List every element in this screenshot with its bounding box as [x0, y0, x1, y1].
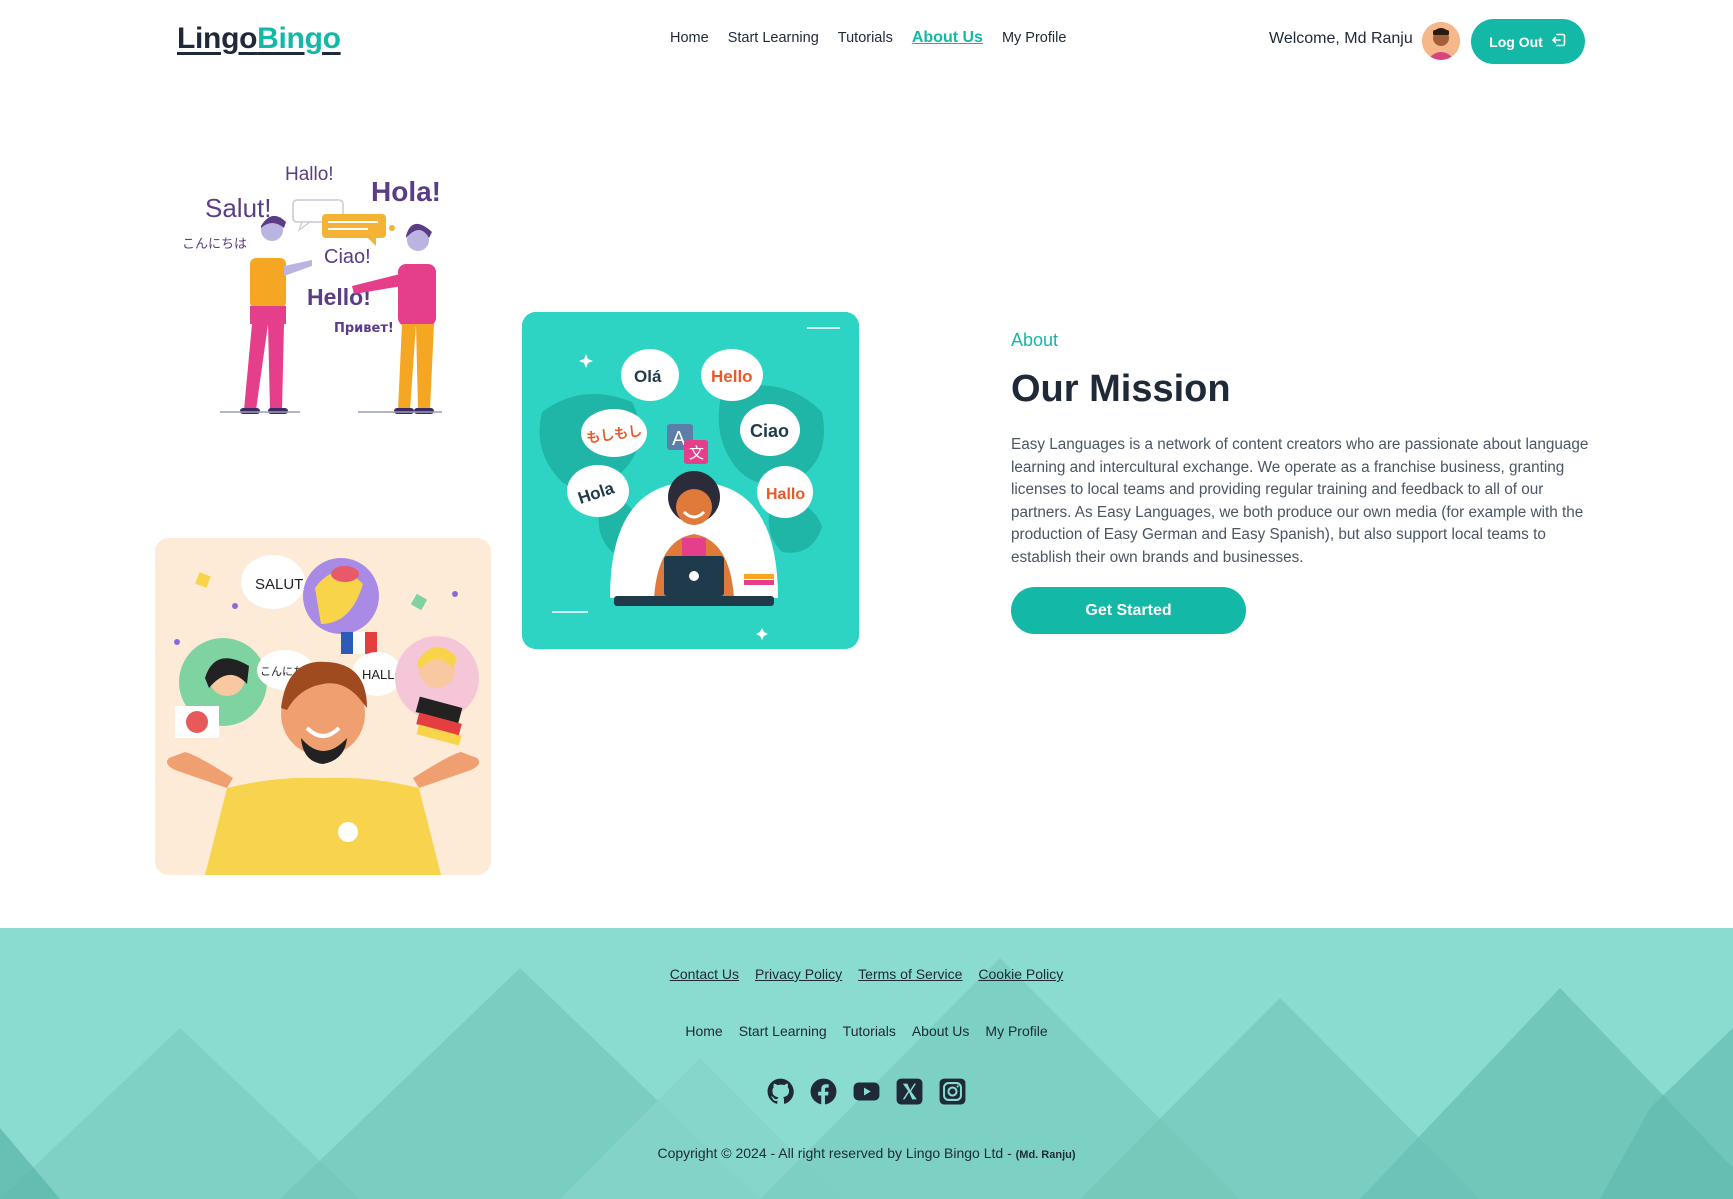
nav-my-profile[interactable]: My Profile [1002, 30, 1066, 47]
illustration-world-languages: A 文 Olá Hello もしもし Ciao Hola Hallo [522, 312, 859, 649]
page-title: Our Mission [1011, 368, 1231, 410]
footer-legal-links: Contact Us Privacy Policy Terms of Servi… [0, 966, 1733, 982]
footer-cookie-policy[interactable]: Cookie Policy [978, 966, 1063, 982]
logout-label: Log Out [1489, 33, 1543, 50]
nav-tutorials[interactable]: Tutorials [838, 30, 893, 47]
greeting-konnichiwa: こんにちは [182, 237, 247, 252]
footer-contact-us[interactable]: Contact Us [670, 966, 739, 982]
illustration-multilingual-man: SALUT こんにちは HALLO [155, 538, 491, 875]
instagram-icon[interactable] [939, 1078, 966, 1105]
footer-privacy-policy[interactable]: Privacy Policy [755, 966, 842, 982]
logout-button[interactable]: Log Out [1471, 19, 1585, 64]
logout-icon [1551, 32, 1567, 51]
illustration-people-talking: Hallo! Salut! Hola! こんにちは Ciao! Hello! П… [172, 148, 462, 423]
brand-part-2: Bingo [257, 22, 341, 55]
brand-logo[interactable]: LingoBingo [177, 22, 341, 56]
github-icon[interactable] [767, 1078, 794, 1105]
footer-nav-tutorials[interactable]: Tutorials [843, 1023, 896, 1039]
footer: Contact Us Privacy Policy Terms of Servi… [0, 928, 1733, 1199]
welcome-text: Welcome, Md Ranju [1269, 30, 1413, 47]
avatar[interactable] [1422, 22, 1460, 60]
footer-nav: Home Start Learning Tutorials About Us M… [0, 1023, 1733, 1039]
greeting-ciao: Ciao! [324, 246, 371, 268]
bubble-ciao: Ciao [750, 421, 789, 441]
mission-description: Easy Languages is a network of content c… [1011, 436, 1589, 566]
nav-start-learning[interactable]: Start Learning [728, 30, 819, 47]
social-links [0, 1078, 1733, 1105]
navbar: LingoBingo Home Start Learning Tutorials… [0, 0, 1733, 84]
bubble-salut: SALUT [255, 576, 303, 593]
section-label: About [1011, 330, 1059, 350]
footer-nav-home[interactable]: Home [685, 1023, 722, 1039]
svg-text:A: A [672, 428, 686, 450]
footer-nav-start-learning[interactable]: Start Learning [739, 1023, 827, 1039]
greeting-hallo: Hallo! [285, 164, 334, 185]
copyright: Copyright © 2024 - All right reserved by… [0, 1145, 1733, 1161]
main-nav: Home Start Learning Tutorials About Us M… [670, 29, 1066, 47]
brand-part-1: Lingo [177, 22, 258, 55]
copyright-text: Copyright © 2024 - All right reserved by… [657, 1145, 1016, 1161]
nav-about-us[interactable]: About Us [912, 29, 983, 47]
copyright-author: (Md. Ranju) [1015, 1149, 1076, 1161]
bubble-hallo: Hallo [766, 486, 805, 503]
x-icon[interactable] [896, 1078, 923, 1105]
greeting-privet: Привет! [334, 321, 394, 336]
facebook-icon[interactable] [810, 1078, 837, 1105]
nav-home[interactable]: Home [670, 30, 709, 47]
svg-text:文: 文 [689, 444, 704, 462]
bubble-hello: Hello [711, 367, 753, 386]
youtube-icon[interactable] [853, 1078, 880, 1105]
footer-nav-about-us[interactable]: About Us [912, 1023, 970, 1039]
footer-terms-of-service[interactable]: Terms of Service [858, 966, 962, 982]
greeting-hola: Hola! [371, 176, 441, 207]
get-started-button[interactable]: Get Started [1011, 587, 1246, 634]
bubble-ola: Olá [634, 367, 662, 386]
footer-nav-my-profile[interactable]: My Profile [985, 1023, 1047, 1039]
greeting-salut: Salut! [205, 193, 272, 223]
